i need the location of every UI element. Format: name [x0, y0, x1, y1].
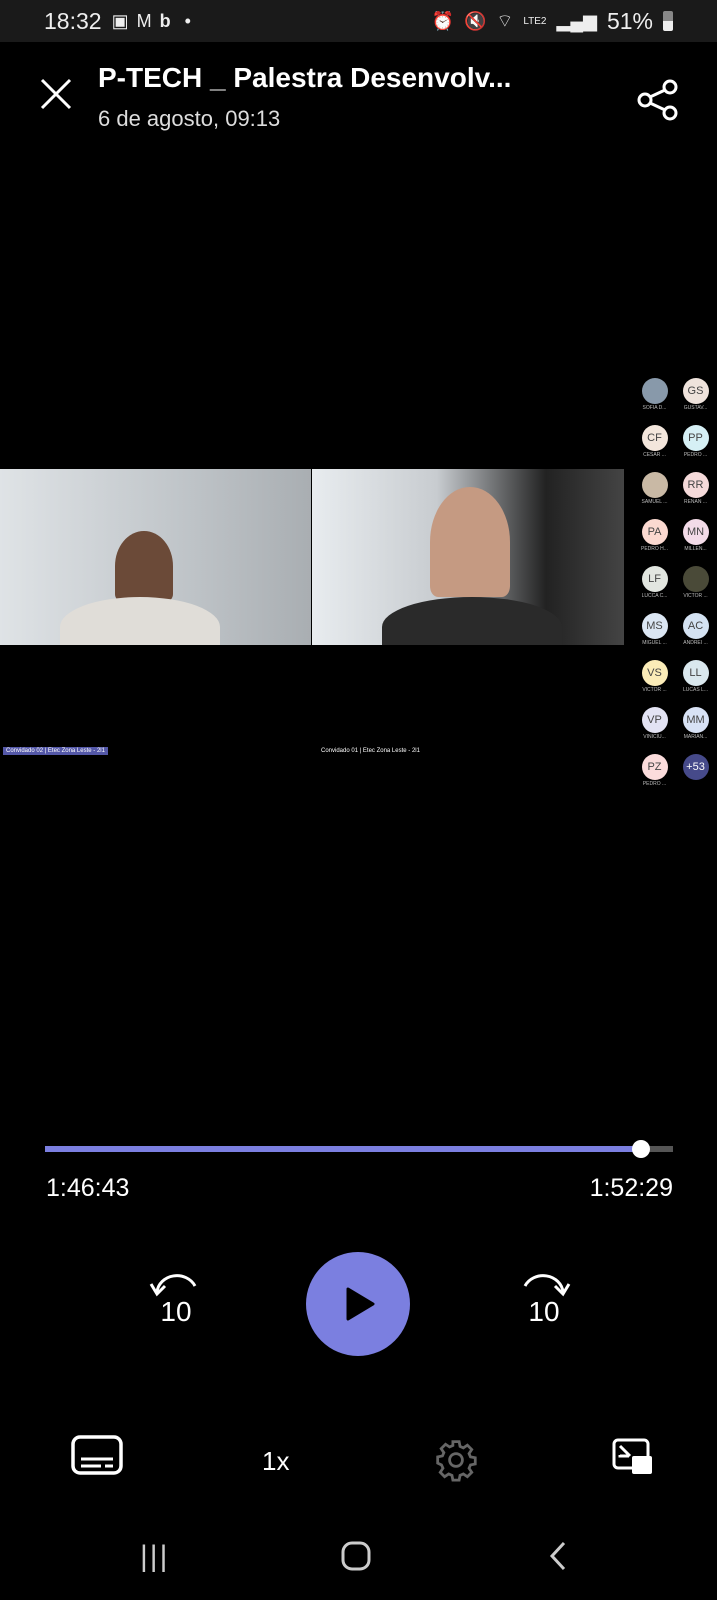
- seek-bar[interactable]: [45, 1140, 673, 1158]
- elapsed-time: 1:46:43: [46, 1174, 130, 1202]
- avatar-initials: PA: [641, 519, 668, 545]
- participant-avatar: MS MIGUEL ...: [634, 613, 675, 646]
- gmail-icon: M: [136, 10, 152, 31]
- signal-icon: ▂▄▆: [556, 10, 597, 31]
- participant-name: VINICIU...: [643, 734, 666, 740]
- back-button[interactable]: [548, 1540, 568, 1572]
- captions-icon[interactable]: [71, 1435, 123, 1475]
- avatar-initials: AC: [682, 613, 709, 639]
- avatar-initials: VS: [641, 660, 668, 686]
- participant-avatar: +53: [675, 754, 716, 787]
- total-duration: 1:52:29: [589, 1174, 673, 1202]
- avatar-initials: MN: [682, 519, 709, 545]
- participant-name: VICTOR ...: [683, 593, 708, 599]
- dot-icon: •: [184, 10, 191, 31]
- network-type: LTE2: [523, 15, 547, 27]
- play-icon: [346, 1287, 375, 1321]
- clock: 18:32: [44, 7, 102, 34]
- participant-name: ANDREI ...: [683, 640, 708, 646]
- participant-avatar: PP PEDRO ...: [675, 425, 716, 458]
- participant-avatar: CF CESAR ...: [634, 425, 675, 458]
- participant-name: RENAN ...: [683, 499, 708, 505]
- speaker-head: [430, 487, 510, 597]
- video-date: 6 de agosto, 09:13: [98, 106, 281, 131]
- avatar-initials: PP: [682, 425, 709, 451]
- playback-speed-button[interactable]: 1x: [262, 1446, 289, 1477]
- participant-avatar: VP VINICIU...: [634, 707, 675, 740]
- avatar-initials: [682, 566, 709, 592]
- avatar-initials: MM: [682, 707, 709, 733]
- avatar-initials: GS: [682, 378, 709, 404]
- participant-grid: SOFIA D... GS GUSTAV... CF CESAR ... PP PEDRO …: [634, 378, 716, 787]
- avatar-initials: PZ: [641, 754, 668, 780]
- video-title: P-TECH _ Palestra Desenvolv...: [98, 62, 512, 93]
- video-tile-guest-1: [312, 469, 624, 645]
- battery-icon: [663, 11, 673, 31]
- video-tile-guest-2: [0, 469, 311, 645]
- participant-name: SAMUEL ...: [641, 499, 668, 505]
- participant-avatar: SOFIA D...: [634, 378, 675, 411]
- alarm-icon: ⏰: [431, 10, 454, 31]
- recent-apps-button[interactable]: |||: [140, 1540, 169, 1574]
- participant-avatar: PA PEDRO H...: [634, 519, 675, 552]
- participant-name: CESAR ...: [643, 452, 666, 458]
- picture-in-picture-icon[interactable]: [612, 1438, 654, 1476]
- gallery-icon: ▣: [111, 10, 129, 31]
- participant-name: SOFIA D...: [642, 405, 667, 411]
- share-icon[interactable]: [636, 78, 680, 122]
- participant-avatar: VICTOR ...: [675, 566, 716, 599]
- speaker-head: [115, 531, 173, 601]
- participant-name: PEDRO ...: [683, 452, 708, 458]
- participant-name: VICTOR ...: [642, 687, 667, 693]
- participant-name: MIGUEL ...: [642, 640, 667, 646]
- home-button[interactable]: [340, 1540, 372, 1572]
- participant-name: PEDRO H...: [641, 546, 668, 552]
- speaker-body: [382, 597, 562, 645]
- rewind-seconds: 10: [160, 1296, 192, 1327]
- participant-name: GUSTAV...: [683, 405, 708, 411]
- avatar-initials: LL: [682, 660, 709, 686]
- avatar-initials: CF: [641, 425, 668, 451]
- close-icon[interactable]: [38, 76, 74, 112]
- participant-avatar: RR RENAN ...: [675, 472, 716, 505]
- participant-name: MARIAN...: [683, 734, 708, 740]
- tile-caption: Convidado 02 | Etec Zona Leste - 2l1: [3, 747, 108, 755]
- mute-icon: 🔇: [463, 10, 487, 31]
- participant-avatar: MN MILLEN...: [675, 519, 716, 552]
- avatar-initials: LF: [641, 566, 668, 592]
- participant-avatar: SAMUEL ...: [634, 472, 675, 505]
- seek-progress: [45, 1146, 641, 1152]
- participant-avatar: AC ANDREI ...: [675, 613, 716, 646]
- forward-10-button[interactable]: 10: [517, 1270, 571, 1330]
- play-button[interactable]: [306, 1252, 410, 1356]
- participant-name: LUCCA C...: [641, 593, 668, 599]
- rewind-10-button[interactable]: 10: [149, 1270, 203, 1330]
- participant-avatar: LF LUCCA C...: [634, 566, 675, 599]
- avatar-initials: +53: [682, 754, 709, 780]
- speaker-body: [60, 597, 220, 645]
- participant-avatar: LL LUCAS L...: [675, 660, 716, 693]
- wifi-icon: ⌔: [496, 10, 514, 31]
- avatar-initials: [641, 378, 668, 404]
- seek-handle[interactable]: [631, 1140, 650, 1158]
- bing-icon: b: [159, 10, 171, 31]
- participant-name: LUCAS L...: [682, 687, 708, 693]
- participant-avatar: GS GUSTAV...: [675, 378, 716, 411]
- avatar-initials: RR: [682, 472, 709, 498]
- participant-name: PEDRO ...: [642, 781, 667, 787]
- avatar-initials: MS: [641, 613, 668, 639]
- avatar-initials: [641, 472, 668, 498]
- participant-avatar: MM MARIAN...: [675, 707, 716, 740]
- battery-level: 51%: [606, 7, 653, 34]
- participant-name: MILLEN...: [684, 546, 707, 552]
- status-bar: 18:32 ▣ M b • ⏰ 🔇 ⌔ LTE2 ▂▄▆ 51%: [0, 0, 717, 42]
- tile-caption: Convidado 01 | Etec Zona Leste - 2l1: [321, 748, 420, 754]
- participant-avatar: VS VICTOR ...: [634, 660, 675, 693]
- participant-avatar: PZ PEDRO ...: [634, 754, 675, 787]
- avatar-initials: VP: [641, 707, 668, 733]
- forward-seconds: 10: [528, 1296, 560, 1327]
- settings-icon[interactable]: [434, 1438, 478, 1482]
